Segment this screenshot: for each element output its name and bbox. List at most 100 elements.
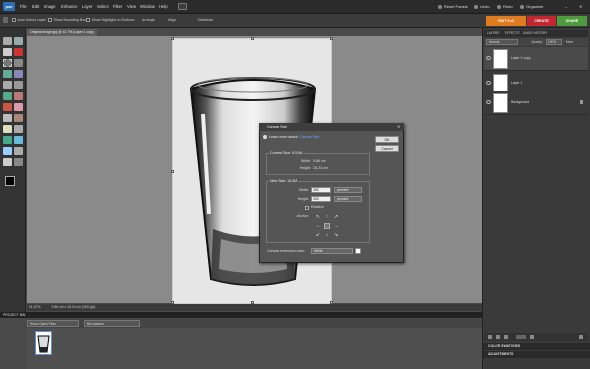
close-app-button[interactable]: ✕ <box>579 4 582 9</box>
anchor-grid[interactable]: ↖ ↑ ↗ ← → ↙ ↓ ↘ <box>315 214 339 238</box>
foreground-color-swatch[interactable] <box>5 176 15 186</box>
layer-row-layer-1-copy[interactable]: Layer 1 copy <box>484 47 588 71</box>
anchor-arrow-e-icon[interactable]: → <box>333 223 339 229</box>
anchor-arrow-s-icon[interactable]: ↓ <box>324 232 330 238</box>
color-swatches-panel[interactable]: COLOR SWATCHES <box>483 343 590 350</box>
transform-handle[interactable] <box>330 37 333 40</box>
transform-handle[interactable] <box>171 170 174 173</box>
crop-tool-icon[interactable] <box>14 81 23 89</box>
auto-select-checkbox[interactable] <box>12 18 16 23</box>
width-unit-dropdown[interactable]: percent <box>334 187 362 193</box>
extension-color-dropdown[interactable]: White <box>311 248 353 254</box>
blur-tool-icon[interactable] <box>14 147 23 155</box>
bin-actions-button[interactable]: Bin Actions <box>84 320 140 327</box>
extension-color-swatch[interactable] <box>355 248 361 254</box>
shape-tool-icon[interactable] <box>3 147 12 155</box>
anchor-arrow-se-icon[interactable]: ↘ <box>333 232 339 238</box>
zoom-tool-icon[interactable] <box>14 37 23 45</box>
reset-panels-link[interactable]: Reset Panels <box>438 4 468 9</box>
menu-filter[interactable]: Filter <box>113 4 122 9</box>
tab-undo-history[interactable]: UNDO HISTORY <box>523 31 547 35</box>
visibility-eye-icon[interactable] <box>486 56 491 60</box>
highlight-checkbox[interactable] <box>86 18 90 23</box>
transform-handle[interactable] <box>171 37 174 40</box>
hand-tool-icon[interactable] <box>3 48 12 56</box>
red-eye-icon[interactable] <box>3 103 12 111</box>
magic-wand-icon[interactable] <box>3 70 12 78</box>
clone-stamp-icon[interactable] <box>3 114 12 122</box>
cookie-cutter-icon[interactable] <box>14 92 23 100</box>
anchor-arrow-w-icon[interactable]: ← <box>315 223 321 229</box>
organizer-link[interactable]: Organizer <box>520 4 544 9</box>
visibility-eye-icon[interactable] <box>486 100 491 104</box>
tab-effects[interactable]: EFFECTS <box>505 31 520 35</box>
minimize-button[interactable]: – <box>565 4 567 9</box>
anchor-arrow-n-icon[interactable]: ↑ <box>324 214 330 220</box>
menu-view[interactable]: View <box>127 4 136 9</box>
share-tab[interactable]: SHARE <box>557 16 587 26</box>
arrange-documents-icon[interactable] <box>178 3 187 10</box>
menu-enhance[interactable]: Enhance <box>61 4 78 9</box>
opacity-slider[interactable] <box>516 335 526 339</box>
brush-tool-icon[interactable] <box>3 125 12 133</box>
document-tab[interactable]: Original image.jpg @ 41.7% (Layer 1 copy… <box>27 29 97 41</box>
show-highlight-option[interactable]: Show Highlight on Rollover <box>86 18 135 23</box>
transform-handle[interactable] <box>251 37 254 40</box>
menu-window[interactable]: Window <box>140 4 155 9</box>
undo-link[interactable]: Undo <box>474 4 490 9</box>
adjustments-panel[interactable]: ADJUSTMENTS <box>483 351 590 358</box>
opacity-input[interactable]: 100% <box>546 39 562 45</box>
anchor-arrow-ne-icon[interactable]: ↗ <box>333 214 339 220</box>
align-dropdown[interactable]: Align <box>168 18 176 22</box>
sponge-tool-icon[interactable] <box>3 158 12 166</box>
paint-bucket-icon[interactable] <box>3 136 12 144</box>
lock-transparent-icon[interactable] <box>504 335 508 339</box>
recompose-tool-icon[interactable] <box>3 92 12 100</box>
zoom-level[interactable]: 41.67% <box>27 305 41 309</box>
bounding-box-checkbox[interactable] <box>48 18 52 23</box>
lasso-tool-icon[interactable] <box>14 59 23 67</box>
lock-all-icon[interactable] <box>530 335 534 339</box>
learn-more-link[interactable]: Canvas Size <box>299 135 319 139</box>
adjustment-layer-icon[interactable] <box>496 335 500 339</box>
pencil-tool-icon[interactable] <box>14 125 23 133</box>
visibility-eye-icon[interactable] <box>486 81 491 85</box>
cancel-button[interactable]: Cancel <box>375 145 399 152</box>
arrange-dropdown[interactable]: Arrange <box>142 18 155 22</box>
create-tab[interactable]: CREATE <box>527 16 556 26</box>
eyedropper-icon[interactable] <box>14 48 23 56</box>
relative-checkbox[interactable] <box>305 206 309 210</box>
menu-edit[interactable]: Edit <box>32 4 39 9</box>
gradient-tool-icon[interactable] <box>14 136 23 144</box>
menu-select[interactable]: Select <box>97 4 109 9</box>
new-layer-icon[interactable] <box>488 335 492 339</box>
anchor-center[interactable] <box>324 223 330 229</box>
layer-row-background[interactable]: Background <box>484 91 588 115</box>
menu-help[interactable]: Help <box>159 4 168 9</box>
width-input[interactable]: 300 <box>311 187 331 193</box>
move-tool-icon[interactable] <box>3 37 12 45</box>
height-input[interactable]: 100 <box>311 196 331 202</box>
blend-mode-dropdown[interactable]: Normal <box>486 39 518 45</box>
healing-brush-icon[interactable] <box>14 103 23 111</box>
more-menu[interactable]: More <box>566 40 573 44</box>
distribute-dropdown[interactable]: Distribute <box>198 18 213 22</box>
height-unit-dropdown[interactable]: percent <box>334 196 362 202</box>
auto-select-layer-option[interactable]: Auto Select Layer <box>12 18 46 23</box>
edit-full-tab[interactable]: EDIT Full <box>486 16 526 26</box>
anchor-arrow-nw-icon[interactable]: ↖ <box>315 214 321 220</box>
delete-layer-icon[interactable] <box>579 335 583 339</box>
marquee-tool-icon[interactable] <box>3 59 12 67</box>
menu-file[interactable]: File <box>20 4 27 9</box>
menu-image[interactable]: Image <box>44 4 56 9</box>
menu-layer[interactable]: Layer <box>82 4 92 9</box>
open-file-thumbnail[interactable] <box>35 331 52 355</box>
eraser-icon[interactable] <box>14 114 23 122</box>
dialog-close-button[interactable]: ✕ <box>397 124 400 129</box>
smudge-tool-icon[interactable] <box>14 158 23 166</box>
anchor-arrow-sw-icon[interactable]: ↙ <box>315 232 321 238</box>
tab-layers[interactable]: LAYERS <box>487 31 499 35</box>
type-tool-icon[interactable] <box>3 81 12 89</box>
project-bin-header[interactable]: PROJECT BIN <box>0 312 482 318</box>
show-open-files-dropdown[interactable]: Show Open Files <box>27 320 79 327</box>
